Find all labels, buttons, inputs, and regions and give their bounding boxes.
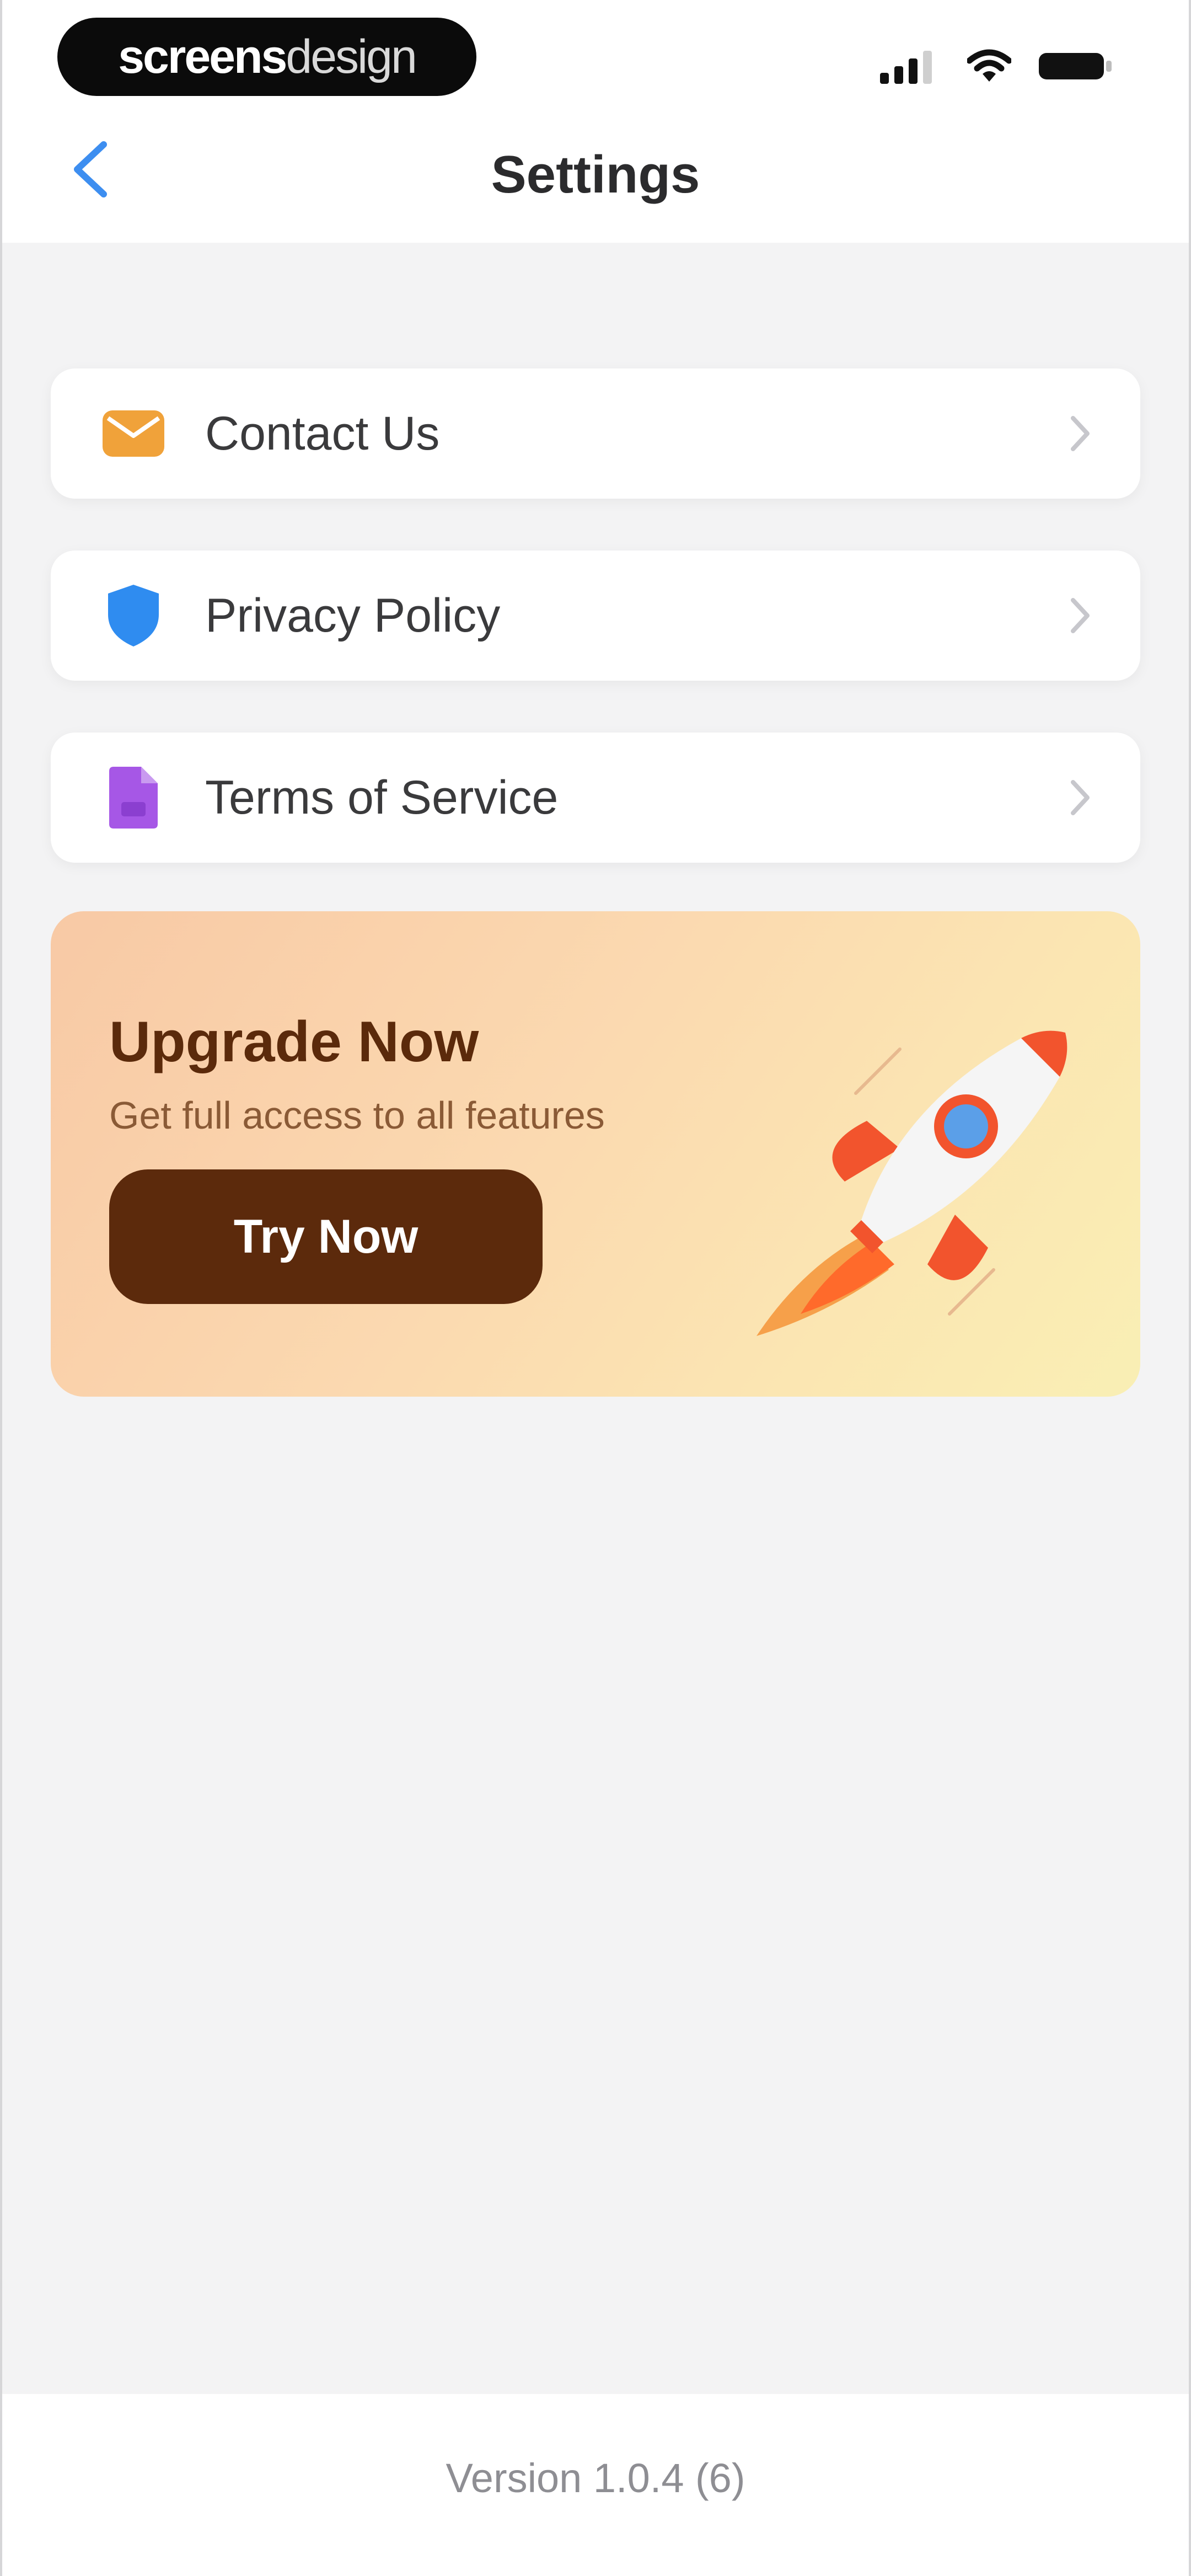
battery-icon [1039, 53, 1112, 79]
menu-item-label: Privacy Policy [205, 589, 501, 642]
brand-watermark: screens design [57, 18, 476, 96]
status-bar-icons [880, 49, 1115, 84]
chevron-right-icon [1071, 416, 1090, 451]
cellular-signal-icon [880, 51, 932, 84]
top-bar: screens design Settings [0, 0, 1191, 243]
chevron-right-icon [1071, 598, 1090, 633]
menu-item-contact-us[interactable]: Contact Us [51, 368, 1140, 499]
menu-item-label: Contact Us [205, 407, 440, 460]
document-icon [100, 765, 167, 831]
version-label: Version 1.0.4 (6) [446, 2455, 745, 2501]
try-now-button[interactable]: Try Now [109, 1169, 543, 1304]
footer: Version 1.0.4 (6) [0, 2394, 1191, 2576]
menu-item-terms-of-service[interactable]: Terms of Service [51, 733, 1140, 863]
rocket-illustration [757, 1030, 1067, 1336]
brand-light: design [286, 30, 417, 83]
envelope-icon [100, 400, 167, 467]
upgrade-subtitle: Get full access to all features [109, 1094, 605, 1137]
brand-bold: screens [118, 30, 287, 83]
menu-item-privacy-policy[interactable]: Privacy Policy [51, 551, 1140, 681]
upgrade-title: Upgrade Now [109, 1010, 479, 1074]
shield-icon [100, 582, 167, 649]
menu-item-label: Terms of Service [205, 771, 559, 824]
page-title: Settings [491, 145, 700, 204]
chevron-right-icon [1071, 780, 1090, 815]
upgrade-banner: Upgrade Now Get full access to all featu… [51, 911, 1140, 1397]
wifi-icon [967, 49, 1011, 82]
